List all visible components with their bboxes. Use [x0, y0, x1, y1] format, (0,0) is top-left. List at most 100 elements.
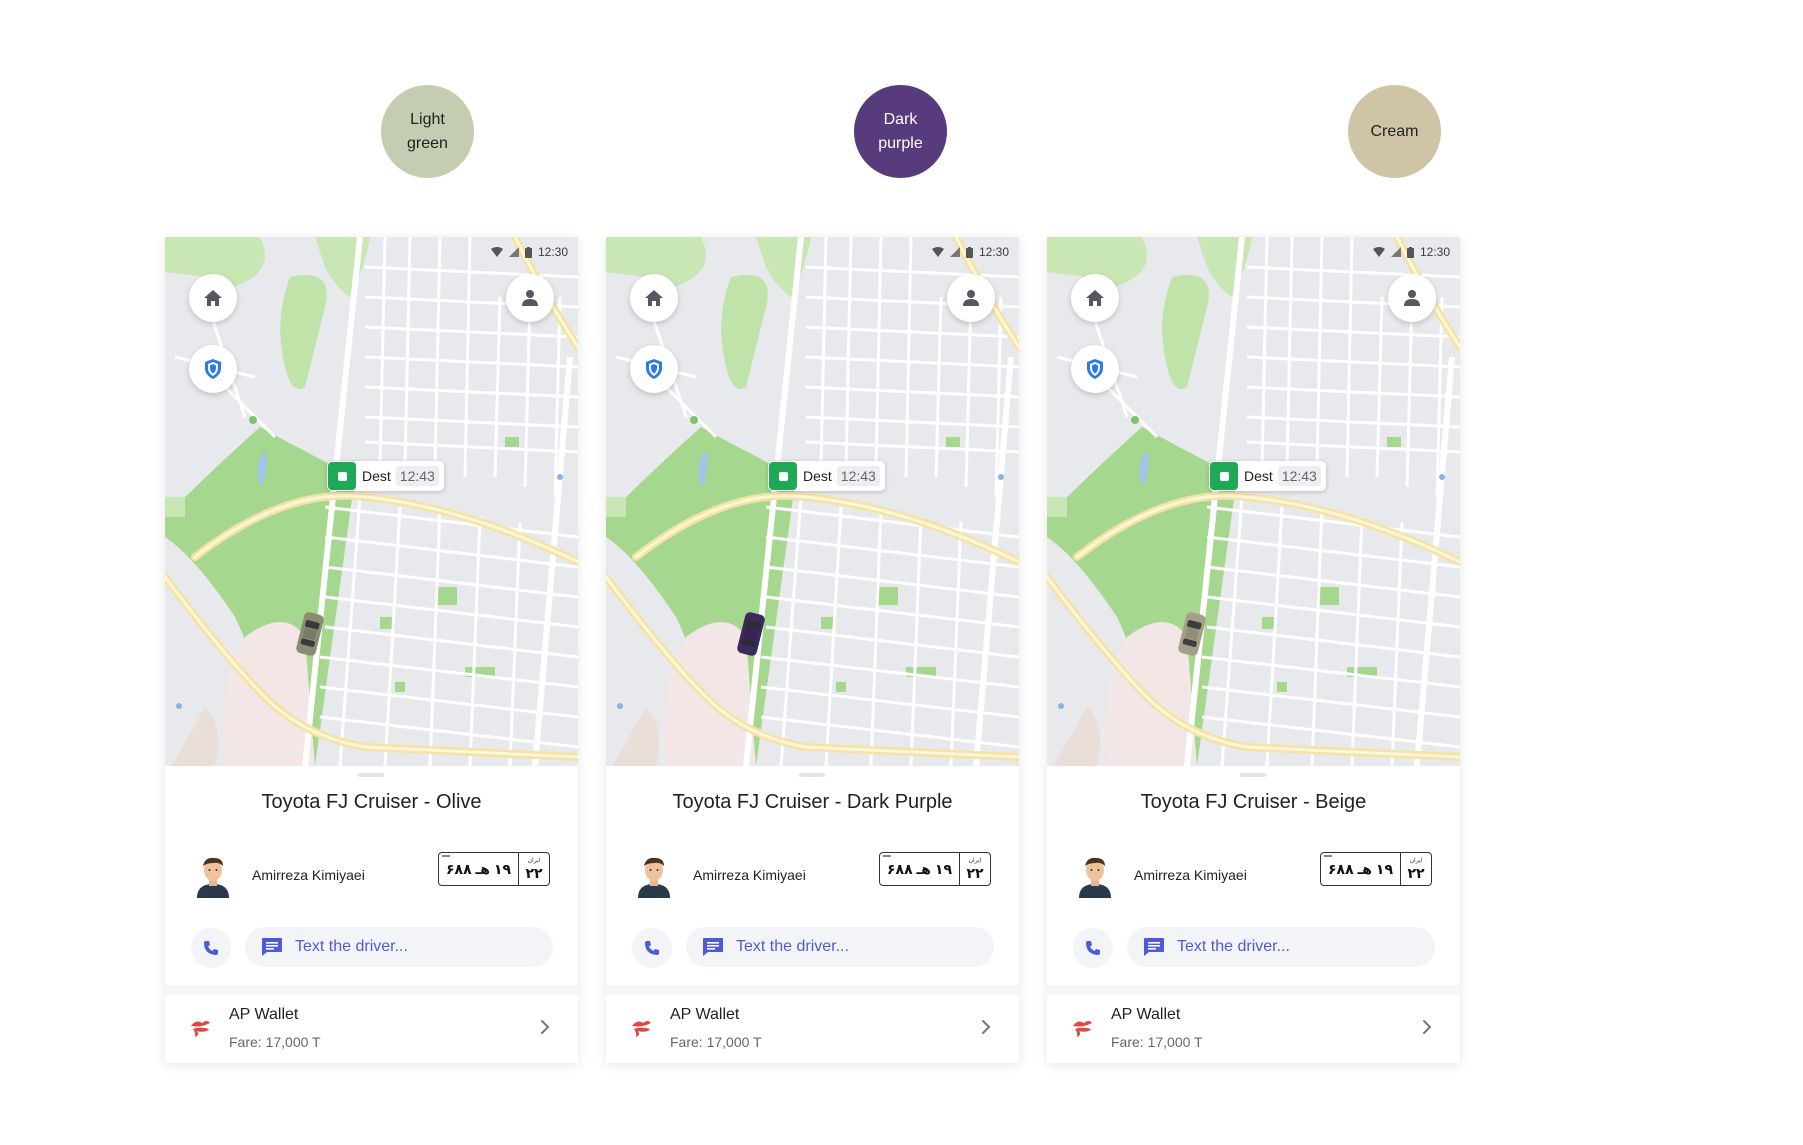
driver-name: Amirreza Kimiyaei — [252, 867, 365, 883]
swatch-label: green — [407, 134, 448, 152]
destination-pin-icon — [1210, 462, 1238, 490]
signal-icon — [508, 247, 519, 257]
message-field[interactable] — [1127, 927, 1435, 967]
destination-pin-icon — [769, 462, 797, 490]
status-time: 12:30 — [978, 245, 1009, 259]
status-time: 12:30 — [537, 245, 568, 259]
arrival-time: 12:43 — [836, 466, 880, 486]
wallet-logo-icon — [191, 1021, 210, 1037]
fare-amount: Fare: 17,000 T — [670, 1034, 762, 1050]
swatch-label: Cream — [1370, 122, 1419, 140]
ride-screen: 12:30 Dest 12:43 — [165, 237, 578, 1063]
map-view[interactable]: 12:30 Dest 12:43 — [165, 237, 578, 766]
user-icon — [963, 290, 979, 306]
wifi-icon — [490, 247, 503, 257]
message-icon — [1144, 938, 1164, 956]
message-input[interactable] — [734, 937, 958, 957]
map-view[interactable]: 12:30 Dest 12:43 — [606, 237, 1019, 766]
car-title: Toyota FJ Cruiser - Dark Purple — [672, 791, 953, 813]
plate-region-number: ۲۲ — [1407, 865, 1425, 881]
fare-amount: Fare: 17,000 T — [1111, 1034, 1203, 1050]
call-driver-button[interactable] — [632, 928, 672, 968]
status-bar: 12:30 — [1372, 242, 1450, 262]
message-field[interactable] — [245, 927, 553, 967]
safety-button[interactable] — [189, 345, 237, 393]
section-divider — [1047, 985, 1460, 995]
phone-icon — [1086, 941, 1100, 955]
phone-icon — [645, 941, 659, 955]
signal-icon — [1390, 247, 1401, 257]
arrival-time: 12:43 — [1277, 466, 1321, 486]
status-bar: 12:30 — [931, 242, 1009, 262]
profile-button[interactable] — [947, 274, 995, 322]
arrival-time: 12:43 — [395, 466, 439, 486]
driver-name: Amirreza Kimiyaei — [693, 867, 806, 883]
plate-number: ۱۹ هـ ۶۸۸ — [1327, 860, 1393, 877]
safety-button[interactable] — [1071, 345, 1119, 393]
battery-icon — [524, 246, 532, 258]
battery-icon — [1406, 246, 1414, 258]
message-icon — [703, 938, 723, 956]
status-bar: 12:30 — [490, 242, 568, 262]
plate-number: ۱۹ هـ ۶۸۸ — [445, 860, 511, 877]
sheet-drag-handle[interactable] — [1240, 773, 1266, 777]
message-input[interactable] — [1175, 937, 1399, 957]
message-field[interactable] — [686, 927, 994, 967]
driver-name: Amirreza Kimiyaei — [1134, 867, 1247, 883]
destination-marker[interactable]: Dest 12:43 — [1209, 461, 1326, 491]
destination-marker[interactable]: Dest 12:43 — [327, 461, 444, 491]
user-icon — [522, 290, 538, 306]
home-button[interactable] — [630, 274, 678, 322]
swatch-label: purple — [878, 134, 923, 152]
chevron-right-icon[interactable] — [976, 1017, 996, 1037]
car-title: Toyota FJ Cruiser - Olive — [261, 791, 482, 813]
fare-amount: Fare: 17,000 T — [229, 1034, 321, 1050]
plate-region-number: ۲۲ — [525, 865, 543, 881]
driver-avatar — [197, 857, 229, 898]
license-plate: ۱۹ هـ ۶۸۸ ایران ۲۲ — [438, 852, 550, 886]
home-icon — [645, 290, 663, 306]
sheet-drag-handle[interactable] — [799, 773, 825, 777]
color-swatch-light-green: Light green — [381, 85, 474, 178]
shield-icon — [1087, 359, 1103, 379]
home-button[interactable] — [189, 274, 237, 322]
swatch-label: Light — [410, 110, 445, 128]
destination-marker[interactable]: Dest 12:43 — [768, 461, 885, 491]
chevron-right-icon[interactable] — [1417, 1017, 1437, 1037]
status-time: 12:30 — [1419, 245, 1450, 259]
call-driver-button[interactable] — [191, 928, 231, 968]
wallet-logo-icon — [1073, 1021, 1092, 1037]
shield-icon — [646, 359, 662, 379]
shield-icon — [205, 359, 221, 379]
payment-method[interactable]: AP Wallet — [670, 1006, 739, 1024]
wallet-logo-icon — [632, 1021, 651, 1037]
call-driver-button[interactable] — [1073, 928, 1113, 968]
section-divider — [165, 985, 578, 995]
user-icon — [1404, 290, 1420, 306]
destination-pin-icon — [328, 462, 356, 490]
sheet-drag-handle[interactable] — [358, 773, 384, 777]
license-plate: ۱۹ هـ ۶۸۸ ایران ۲۲ — [1320, 852, 1432, 886]
phone-icon — [204, 941, 218, 955]
wifi-icon — [1372, 247, 1385, 257]
home-icon — [1086, 290, 1104, 306]
message-input[interactable] — [293, 937, 517, 957]
safety-button[interactable] — [630, 345, 678, 393]
map-view[interactable]: 12:30 Dest 12:43 — [1047, 237, 1460, 766]
chevron-right-icon[interactable] — [535, 1017, 555, 1037]
signal-icon — [949, 247, 960, 257]
color-swatch-cream: Cream — [1348, 85, 1441, 178]
wifi-icon — [931, 247, 944, 257]
home-button[interactable] — [1071, 274, 1119, 322]
plate-region-label: ایران — [527, 858, 541, 864]
home-icon — [204, 290, 222, 306]
message-icon — [262, 938, 282, 956]
swatch-label: Dark — [883, 110, 918, 128]
profile-button[interactable] — [506, 274, 554, 322]
profile-button[interactable] — [1388, 274, 1436, 322]
payment-method[interactable]: AP Wallet — [1111, 1006, 1180, 1024]
ride-screen: 12:30 Dest 12:43 — [606, 237, 1019, 1063]
ride-screen: 12:30 Dest 12:43 — [1047, 237, 1460, 1063]
payment-method[interactable]: AP Wallet — [229, 1006, 298, 1024]
driver-avatar — [638, 857, 670, 898]
